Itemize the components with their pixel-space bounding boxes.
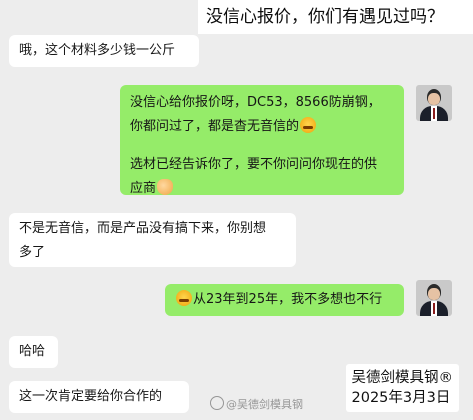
message-text-line: 不是无音信，而是产品没有搞下来，你别想 [19, 221, 267, 236]
chat-message-outgoing[interactable]: 从23年到25年，我不多想也不行 [165, 284, 404, 316]
chat-message-incoming[interactable]: 这一次肯定要给你合作的 [9, 381, 189, 413]
handshake-emoji-icon [157, 179, 174, 195]
message-text: 哈哈 [19, 344, 46, 359]
message-text-line: 你都问过了，都是杳无音信的 [130, 115, 394, 139]
chat-message-outgoing[interactable]: 没信心给你报价呀，DC53，8566防崩钢， 你都问过了，都是杳无音信的 选材已… [120, 85, 404, 195]
message-text-line: 没信心给你报价呀，DC53，8566防崩钢， [130, 95, 381, 110]
brand-name: 吴德剑模具钢® [351, 370, 454, 386]
chat-message-incoming[interactable]: 哈哈 [9, 336, 58, 368]
watermark-date: 2025年3月3日 [351, 390, 451, 406]
laughing-face-emoji-icon [176, 290, 192, 306]
message-text: 哦，这个材料多少钱一公斤 [19, 43, 176, 58]
laughing-face-emoji-icon [300, 117, 317, 133]
page-title: 没信心报价，你们有遇见过吗？ [198, 0, 473, 34]
message-text: 这一次肯定要给你合作的 [19, 389, 163, 404]
message-text-line: 选材已经告诉你了，要不你问问你现在的供 [130, 157, 378, 172]
message-text: 从23年到25年，我不多想也不行 [193, 292, 383, 307]
message-text-line: 多了 [19, 245, 46, 260]
brand-watermark: 吴德剑模具钢® 2025年3月3日 [345, 364, 459, 412]
source-watermark: @吴德剑模具钢 [210, 396, 303, 412]
message-text-line: 应商 [130, 177, 394, 195]
avatar[interactable] [416, 280, 452, 316]
weibo-logo-icon [210, 396, 224, 410]
avatar[interactable] [416, 85, 452, 121]
chat-message-incoming[interactable]: 哦，这个材料多少钱一公斤 [9, 35, 199, 67]
message-text: 应商 [130, 181, 157, 195]
chat-message-incoming[interactable]: 不是无音信，而是产品没有搞下来，你别想 多了 [9, 213, 296, 267]
message-text: 你都问过了，都是杳无音信的 [130, 119, 300, 134]
